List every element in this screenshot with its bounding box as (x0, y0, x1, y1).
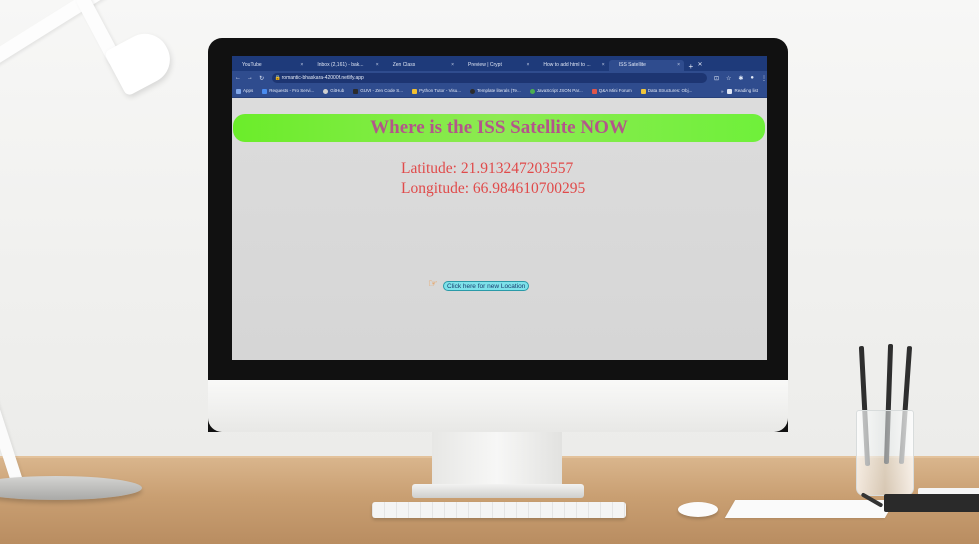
apps-grid-icon (236, 88, 241, 94)
bookmark-icon (353, 88, 359, 94)
monitor-stand-foot (412, 484, 584, 498)
pointing-hand-icon: ☞ (428, 278, 438, 290)
new-tab-button[interactable]: + (684, 62, 697, 71)
tab-strip: YouTube × Inbox (2,161) - bak... × Zen Cla… (232, 56, 767, 71)
bookmark-label: GUVI - Zen Code S... (360, 88, 404, 94)
close-tab-icon[interactable]: × (677, 60, 680, 71)
tab-how-to-add-html[interactable]: How to add html to ... × (533, 60, 608, 71)
bookmark-label: Template literals (Te... (477, 88, 521, 94)
lock-icon: 🔒 (274, 75, 281, 81)
close-tab-icon[interactable]: × (300, 60, 303, 71)
tab-youtube[interactable]: YouTube × (232, 60, 307, 71)
bookmark-label: Q&A Mini Forum (598, 88, 632, 94)
bookmark-label: Python Tutor - Visu... (419, 88, 461, 94)
monitor-stand-neck (432, 430, 562, 488)
bookmark-guvi[interactable]: GUVI - Zen Code S... (353, 88, 404, 94)
window-controls[interactable]: ⌄ – ▢ ✕ (698, 56, 767, 71)
bookmark-template-literals[interactable]: Template literals (Te... (470, 88, 521, 94)
page-title: Where is the ISS Satellite NOW (370, 117, 628, 138)
tab-label: Zen Class (392, 62, 416, 68)
url-text: romantic-bhaskara-42000f.netlify.app (281, 75, 364, 81)
reading-list-icon (727, 88, 733, 94)
bookmark-icon (591, 88, 597, 94)
bookmark-label: Data Structures: Obj... (647, 88, 693, 94)
longitude-text: Longitude: 66.984610700295 (401, 180, 586, 197)
menu-kebab-icon[interactable]: ⋮ (761, 75, 767, 82)
star-icon[interactable]: ☆ (726, 75, 731, 82)
url-input[interactable]: 🔒 romantic-bhaskara-42000f.netlify.app (271, 73, 707, 83)
tab-label: ISS Satellite (618, 62, 646, 68)
bookmark-icon (529, 88, 535, 94)
tab-label: Preview | Crypt (468, 62, 502, 68)
back-arrow-icon[interactable]: ← (232, 75, 244, 81)
browser-window: YouTube × Inbox (2,161) - bak... × Zen Cla… (232, 56, 767, 360)
keyboard (372, 502, 626, 518)
tab-label: How to add html to ... (543, 62, 591, 68)
tab-inbox[interactable]: Inbox (2,161) - bak... × (307, 60, 382, 71)
reading-list-button[interactable]: Reading list (727, 88, 758, 94)
glass-pencil-cup (856, 410, 914, 496)
close-tab-icon[interactable]: × (602, 60, 605, 71)
bookmark-icon (470, 88, 475, 94)
extensions-icon[interactable]: ✱ (738, 75, 743, 82)
close-tab-icon[interactable]: × (526, 60, 529, 71)
bookmark-python-tutor[interactable]: Python Tutor - Visu... (412, 88, 461, 94)
latitude-text: Latitude: 21.913247203557 (401, 160, 574, 177)
bookmark-icon (262, 88, 268, 94)
reload-icon[interactable]: ↻ (256, 75, 268, 82)
github-icon (323, 88, 329, 94)
bookmark-label: GitHub (330, 88, 345, 94)
address-bar-row: ← → ↻ 🔒 romantic-bhaskara-42000f.netlify… (232, 71, 767, 85)
tab-preview-crypt[interactable]: Preview | Crypt × (458, 60, 533, 71)
bookmark-json-parse[interactable]: JavaScript JSON Par... (529, 88, 583, 94)
mouse (678, 502, 718, 517)
bookmarks-bar: Apps Requests - Fro Servi... GitHub GUVI… (232, 85, 767, 98)
bookmark-label: JavaScript JSON Par... (536, 88, 583, 94)
bookmark-github[interactable]: GitHub (323, 88, 345, 94)
close-tab-icon[interactable]: × (376, 60, 379, 71)
monitor-chin (208, 380, 788, 432)
tab-iss-satellite[interactable]: ISS Satellite × (608, 60, 685, 71)
bookmarks-overflow-icon[interactable]: » (721, 89, 724, 94)
share-icon[interactable]: ⊡ (714, 75, 719, 82)
bookmark-data-structures[interactable]: Data Structures: Obj... (640, 88, 693, 94)
close-tab-icon[interactable]: × (451, 60, 454, 71)
title-banner: Where is the ISS Satellite NOW (233, 114, 765, 142)
paper-sheet (724, 500, 896, 518)
bookmark-qa-forum[interactable]: Q&A Mini Forum (591, 88, 632, 94)
bookmark-icon (412, 88, 418, 94)
forward-arrow-icon[interactable]: → (244, 75, 256, 81)
bookmark-icon (640, 88, 646, 94)
new-location-button[interactable]: Click here for new Location (443, 281, 530, 291)
profile-avatar[interactable]: ● (750, 75, 754, 81)
bookmark-label: Apps (243, 88, 254, 94)
tab-zen-class[interactable]: Zen Class × (383, 60, 458, 71)
bookmark-apps[interactable]: Apps (236, 88, 254, 94)
page-content: Where is the ISS Satellite NOW Latitude:… (232, 98, 767, 360)
bookmark-requests[interactable]: Requests - Fro Servi... (262, 88, 315, 94)
notebook-black (884, 494, 979, 512)
tab-label: Inbox (2,161) - bak... (317, 62, 364, 68)
bookmark-label: Requests - Fro Servi... (269, 88, 315, 94)
reading-list-label: Reading list (734, 88, 758, 94)
tab-label: YouTube (242, 62, 262, 68)
